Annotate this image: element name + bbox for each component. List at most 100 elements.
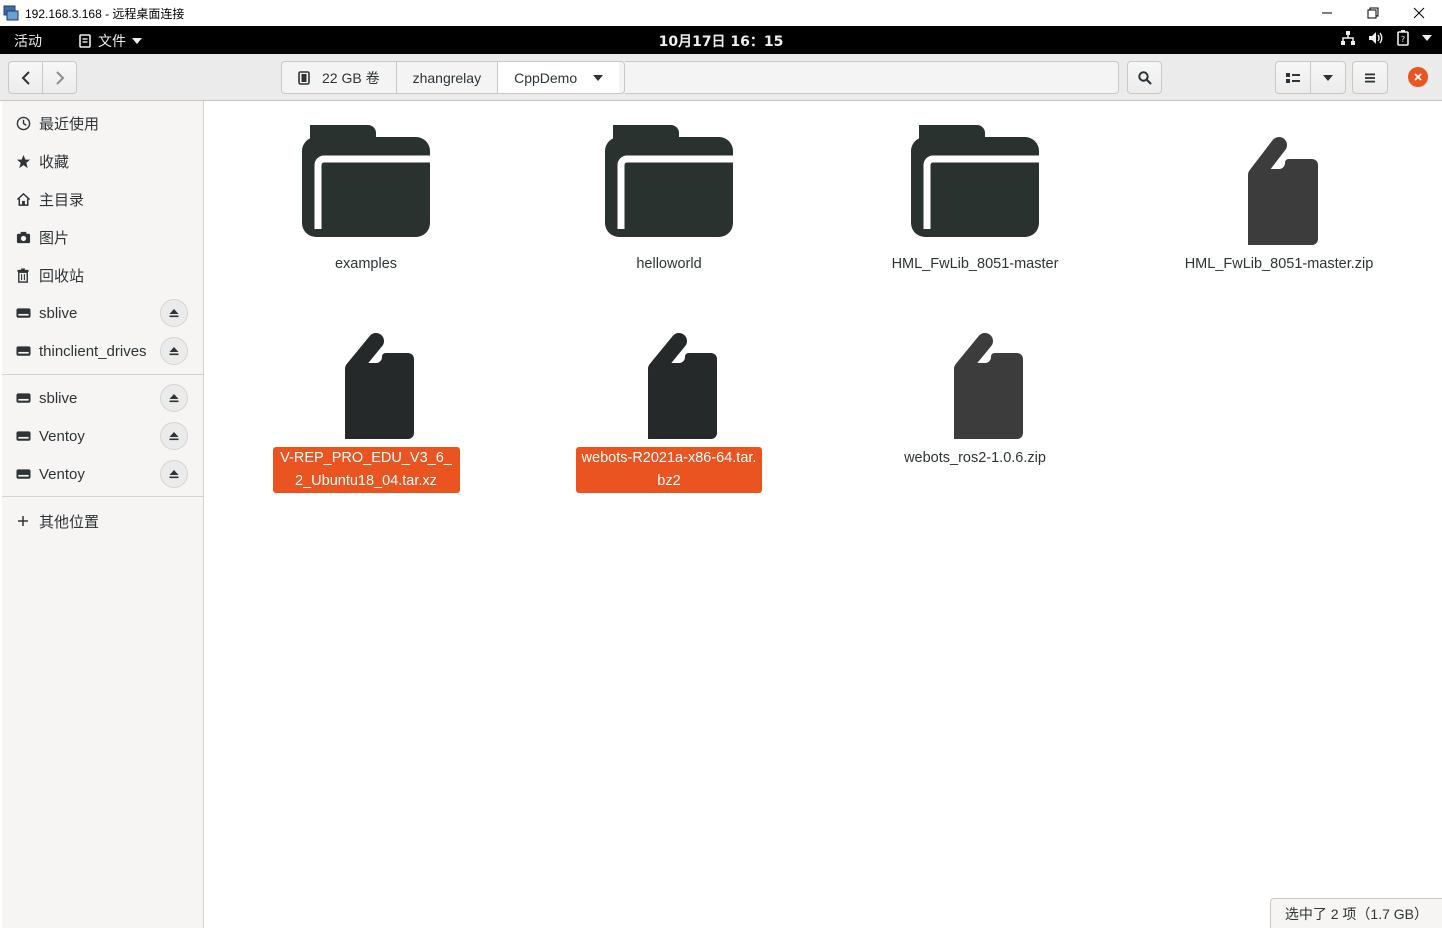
eject-icon	[169, 309, 179, 318]
sidebar-item-ventoy-2[interactable]: Ventoy	[2, 456, 203, 492]
eject-button[interactable]	[160, 422, 188, 450]
sidebar-item-label: 主目录	[39, 191, 85, 209]
places-sidebar: 最近使用 收藏 主目录 图片 回收站 sblive thinclient_dri…	[2, 101, 204, 928]
list-view-icon	[1286, 72, 1300, 83]
file-item-webots-ros2-zip[interactable]: webots_ros2-1.0.6.zip	[875, 311, 1075, 470]
eject-button[interactable]	[160, 337, 188, 365]
sidebar-item-ventoy[interactable]: Ventoy	[2, 418, 203, 454]
gnome-top-bar: 活动 文件 10月17日 16：15 ?	[0, 26, 1442, 54]
close-window-button[interactable]	[1396, 0, 1442, 26]
drive-icon	[15, 431, 31, 441]
close-button[interactable]	[1408, 67, 1428, 87]
eject-button[interactable]	[160, 460, 188, 488]
pathbar-cppdemo[interactable]: CppDemo	[498, 62, 620, 93]
svg-text:?: ?	[1401, 35, 1405, 44]
minimize-icon	[1322, 12, 1332, 14]
view-options-button[interactable]	[1310, 61, 1346, 94]
file-item-hml-fwlib-folder[interactable]: HML_FwLib_8051-master	[874, 117, 1076, 276]
file-item-hml-fwlib-zip[interactable]: HML_FwLib_8051-master.zip	[1179, 117, 1379, 276]
eject-icon	[169, 432, 179, 441]
trash-icon	[17, 267, 29, 283]
chevron-down-icon	[1323, 74, 1333, 81]
drive-icon	[15, 469, 31, 479]
folder-icon	[905, 117, 1045, 257]
menu-button[interactable]	[1352, 61, 1388, 94]
close-icon	[1414, 73, 1422, 81]
sidebar-item-starred[interactable]: 收藏	[2, 143, 203, 179]
go-back-icon	[21, 70, 30, 85]
sidebar-item-label: 图片	[39, 229, 70, 247]
hamburger-icon	[1365, 73, 1375, 82]
pathbar-volume[interactable]: 22 GB 卷	[282, 62, 397, 93]
plus-icon	[18, 516, 28, 526]
sidebar-item-sblive[interactable]: sblive	[2, 295, 203, 331]
remote-desktop-icon	[3, 5, 19, 21]
window-title: 192.168.3.168 - 远程桌面连接	[25, 6, 185, 21]
selection-status: 选中了 2 项（1.7 GB）	[1269, 898, 1442, 928]
home-icon	[16, 192, 30, 206]
sidebar-item-label: thinclient_drives	[39, 342, 147, 360]
archive-icon	[296, 311, 436, 451]
sidebar-item-pictures[interactable]: 图片	[2, 219, 203, 255]
file-item-examples[interactable]: examples	[266, 117, 466, 276]
file-view[interactable]: examples helloworld HML_FwLib_8051-maste…	[204, 101, 1442, 928]
sidebar-item-label: 其他位置	[39, 513, 100, 531]
search-button[interactable]	[1127, 61, 1162, 94]
pathbar-zhangrelay[interactable]: zhangrelay	[397, 62, 499, 93]
pathbar-zhangrelay-label: zhangrelay	[412, 69, 482, 86]
folder-icon	[296, 117, 436, 257]
volume-icon	[1369, 32, 1383, 44]
restore-icon	[1367, 7, 1379, 19]
network-icon	[1341, 31, 1355, 45]
sidebar-item-thinclient-drives[interactable]: thinclient_drives	[2, 333, 203, 369]
clock-icon	[16, 116, 30, 130]
drive-icon	[15, 308, 31, 318]
restore-button[interactable]	[1350, 0, 1396, 26]
eject-icon	[169, 347, 179, 356]
camera-icon	[16, 231, 30, 243]
eject-icon	[169, 394, 179, 403]
sidebar-separator	[2, 374, 203, 375]
minimize-button[interactable]	[1304, 0, 1350, 26]
sidebar-item-sblive-2[interactable]: sblive	[2, 380, 203, 416]
forward-button[interactable]	[42, 61, 77, 94]
eject-icon	[169, 470, 179, 479]
archive-icon	[1209, 117, 1349, 257]
eject-button[interactable]	[160, 299, 188, 327]
file-name: V-REP_PRO_EDU_V3_6_2_Ubuntu18_04.tar.xz	[272, 447, 460, 493]
sidebar-item-recent[interactable]: 最近使用	[2, 105, 203, 141]
view-mode-button[interactable]	[1275, 61, 1311, 94]
system-tray[interactable]: ?	[1340, 30, 1432, 46]
sidebar-separator	[2, 496, 203, 497]
sidebar-item-label: 收藏	[39, 153, 70, 171]
drive-icon	[298, 70, 310, 85]
pathbar-cppdemo-label: CppDemo	[514, 69, 578, 86]
chevron-down-icon	[593, 74, 604, 81]
archive-icon	[599, 311, 739, 451]
sidebar-item-label: Ventoy	[39, 465, 85, 483]
file-name: webots-R2021a-x86-64.tar.bz2	[576, 447, 762, 493]
eject-button[interactable]	[160, 384, 188, 412]
back-button[interactable]	[8, 61, 43, 94]
sidebar-item-trash[interactable]: 回收站	[2, 257, 203, 293]
drive-icon	[15, 393, 31, 403]
clock[interactable]: 10月17日 16：15	[0, 31, 1442, 51]
file-item-vrep[interactable]: V-REP_PRO_EDU_V3_6_2_Ubuntu18_04.tar.xz	[266, 311, 466, 493]
sidebar-item-home[interactable]: 主目录	[2, 181, 203, 217]
archive-icon	[905, 311, 1045, 451]
search-icon	[1137, 70, 1152, 85]
chevron-down-icon	[1422, 35, 1432, 41]
pathbar-volume-label: 22 GB 卷	[322, 69, 380, 86]
selection-status-text: 选中了 2 项（1.7 GB）	[1284, 905, 1428, 922]
sidebar-item-label: 最近使用	[39, 115, 100, 133]
remote-desktop-titlebar: 192.168.3.168 - 远程桌面连接	[0, 0, 1442, 26]
sidebar-item-label: 回收站	[39, 267, 85, 285]
path-bar-filler	[625, 61, 1119, 94]
sidebar-item-other-locations[interactable]: 其他位置	[2, 503, 203, 539]
go-forward-icon	[55, 70, 64, 85]
file-item-helloworld[interactable]: helloworld	[569, 117, 769, 276]
sidebar-item-label: sblive	[39, 389, 78, 407]
sidebar-item-label: Ventoy	[39, 427, 85, 445]
sidebar-item-label: sblive	[39, 304, 78, 322]
file-item-webots-tarball[interactable]: webots-R2021a-x86-64.tar.bz2	[569, 311, 769, 493]
